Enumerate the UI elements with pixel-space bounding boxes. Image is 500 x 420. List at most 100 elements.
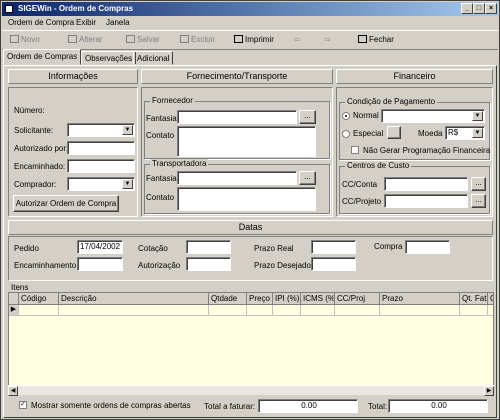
menu-janela[interactable]: Janela [106, 18, 130, 27]
cell-prazo[interactable] [380, 305, 460, 316]
menu-ordem-de-compra[interactable]: Ordem de Compra [8, 18, 74, 27]
novo-button[interactable]: Novo [10, 35, 40, 47]
chevron-down-icon[interactable]: ▼ [122, 179, 133, 189]
cell-codigo[interactable] [19, 305, 59, 316]
exit-icon [358, 35, 367, 43]
app-icon [5, 5, 13, 13]
cell-ipi[interactable] [273, 305, 301, 316]
col-cc-proj[interactable]: CC/Proj [335, 293, 380, 305]
fornecedor-fantasia-field[interactable] [177, 110, 297, 124]
col-icms[interactable]: ICMS (%) [301, 293, 335, 305]
new-icon [10, 35, 19, 43]
itens-label: Itens [11, 283, 29, 292]
salvar-label: Salvar [137, 35, 160, 44]
prazo-real-field[interactable] [311, 240, 356, 254]
cc-projeto-lookup-button[interactable]: ... [471, 194, 486, 208]
cotacao-field[interactable] [186, 240, 231, 254]
close-button[interactable]: × [485, 3, 497, 14]
comprador-label: Comprador: [14, 180, 57, 189]
fechar-button[interactable]: Fechar [358, 35, 394, 47]
chevron-down-icon[interactable]: ▼ [472, 111, 483, 121]
moeda-combo[interactable]: R$ ▼ [445, 126, 485, 140]
nao-gerar-label: Não Gerar Programação Financeira [363, 146, 491, 155]
novo-label: Novo [21, 35, 40, 44]
grid-header: Código Descrição Qtdade Preço IPI (%) IC… [9, 293, 493, 305]
encaminhado-field[interactable] [67, 159, 135, 173]
cell-cc-proj[interactable] [335, 305, 380, 316]
tab-observacoes[interactable]: Observações [81, 51, 137, 65]
title-bar[interactable]: SIGEWin - Ordem de Compras _ □ × [2, 2, 498, 16]
forward-arrow-icon[interactable]: ⇨ [324, 35, 331, 47]
scroll-right-icon[interactable]: ▶ [484, 386, 494, 396]
especial-radio[interactable] [342, 130, 350, 138]
imprimir-button[interactable]: Imprimir [234, 35, 274, 47]
datas-header: Datas [8, 220, 493, 235]
tab-ordem-de-compras[interactable]: Ordem de Compras [3, 49, 82, 65]
col-qt-fat[interactable]: Qt. Fat. [460, 293, 488, 305]
cell-c[interactable] [488, 305, 493, 316]
scroll-left-icon[interactable]: ◀ [8, 386, 18, 396]
cell-qtdade[interactable] [209, 305, 247, 316]
normal-combo[interactable]: ▼ [381, 109, 485, 123]
cc-conta-field[interactable] [384, 177, 468, 191]
save-icon [126, 35, 135, 43]
autorizado-label: Autorizado por: [14, 144, 69, 153]
minimize-button[interactable]: _ [461, 3, 473, 14]
cell-icms[interactable] [301, 305, 335, 316]
autorizar-ordem-button[interactable]: Autorizar Ordem de Compra [13, 195, 119, 212]
total-label: Total: [368, 402, 388, 411]
autorizado-field[interactable] [67, 141, 135, 155]
mostrar-abertas-checkbox[interactable]: ✓ [19, 401, 27, 409]
pedido-field[interactable]: 17/04/2002 [77, 240, 123, 254]
back-arrow-icon[interactable]: ⇦ [294, 35, 301, 47]
solicitante-combo[interactable]: ▼ [67, 123, 135, 137]
transportadora-contato-field[interactable] [177, 187, 316, 211]
nao-gerar-checkbox[interactable] [351, 146, 359, 154]
alterar-button[interactable]: Alterar [68, 35, 103, 47]
excluir-label: Excluir [191, 35, 216, 44]
menu-exibir[interactable]: Exibir [76, 18, 96, 27]
chevron-down-icon[interactable]: ▼ [122, 125, 133, 135]
col-c[interactable]: C [488, 293, 493, 305]
especial-button[interactable] [387, 126, 401, 139]
transportadora-lookup-button[interactable]: ... [299, 171, 316, 185]
fornecedor-fantasia-label: Fantasia [146, 114, 177, 123]
col-descricao[interactable]: Descrição [59, 293, 209, 305]
normal-radio[interactable] [342, 112, 350, 120]
total-field: 0.00 [388, 399, 488, 413]
transportadora-title: Transportadora [150, 159, 209, 168]
comprador-combo[interactable]: ▼ [67, 177, 135, 191]
compra-field[interactable] [405, 240, 450, 254]
excluir-button[interactable]: Excluir [180, 35, 215, 47]
cell-qt-fat[interactable] [460, 305, 488, 316]
prazo-desejado-field[interactable] [311, 257, 356, 271]
informacoes-header: Informações [8, 69, 138, 84]
fornecedor-lookup-button[interactable]: ... [299, 110, 316, 124]
maximize-button[interactable]: □ [473, 3, 485, 14]
autorizacao-field[interactable] [186, 257, 231, 271]
col-prazo[interactable]: Prazo [380, 293, 460, 305]
transportadora-contato-label: Contato [146, 193, 175, 202]
encaminhamento-field[interactable] [77, 257, 123, 271]
horizontal-scrollbar[interactable]: ◀ ▶ [8, 385, 494, 396]
chevron-down-icon[interactable]: ▼ [472, 128, 483, 138]
tab-adicional[interactable]: Adicional [133, 51, 174, 65]
col-qtdade[interactable]: Qtdade [209, 293, 247, 305]
fechar-label: Fechar [369, 35, 394, 44]
total-faturar-field: 0.00 [258, 399, 358, 413]
table-row[interactable]: ▶ [9, 305, 493, 316]
fornecedor-contato-field[interactable] [177, 126, 316, 157]
fornecedor-contato-label: Contato [146, 131, 175, 140]
itens-grid[interactable]: Código Descrição Qtdade Preço IPI (%) IC… [8, 292, 494, 395]
col-preco[interactable]: Preço [247, 293, 273, 305]
col-codigo[interactable]: Código [19, 293, 59, 305]
cell-descricao[interactable] [59, 305, 209, 316]
cc-conta-lookup-button[interactable]: ... [471, 177, 486, 191]
transportadora-fantasia-field[interactable] [177, 171, 297, 185]
especial-label: Especial [353, 129, 384, 138]
salvar-button[interactable]: Salvar [126, 35, 160, 47]
cell-preco[interactable] [247, 305, 273, 316]
toolbar: Novo Alterar Salvar Excluir Imprimir ⇦ ⇨… [2, 30, 498, 50]
col-ipi[interactable]: IPI (%) [273, 293, 301, 305]
cc-projeto-field[interactable] [384, 194, 468, 208]
